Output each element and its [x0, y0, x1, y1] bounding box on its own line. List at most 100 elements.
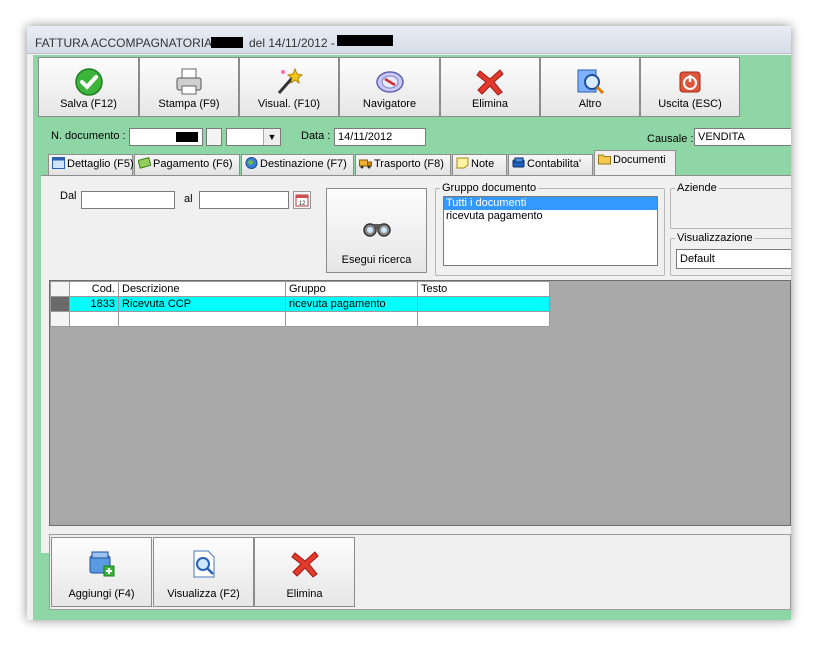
bottom-delete-button[interactable]: Elimina: [254, 537, 355, 607]
delete-button-label: Elimina: [471, 98, 509, 110]
table-header-row: Cod. Descrizione Gruppo Testo: [50, 281, 550, 297]
window-title: FATTURA ACCOMPAGNATORIA: [35, 36, 213, 50]
calendar-button[interactable]: 12: [293, 191, 311, 209]
tab-dettaglio[interactable]: Dettaglio (F5): [48, 154, 134, 175]
globe-icon: [245, 157, 258, 169]
search-button[interactable]: Esegui ricerca: [326, 188, 427, 273]
red-x-icon: [476, 69, 504, 96]
causale-label: Causale :: [647, 133, 694, 145]
row-selector[interactable]: [50, 311, 70, 327]
redacted-block: [337, 35, 393, 46]
tab-trasporto[interactable]: Trasporto (F8): [355, 154, 451, 175]
cell-testo[interactable]: [417, 296, 550, 312]
note-icon: [456, 157, 469, 169]
document-window: FATTURA ACCOMPAGNATORIA del 14/11/2012 -…: [27, 26, 791, 620]
gruppo-documento-list[interactable]: Tutti i documenti ricevuta pagamento: [443, 196, 658, 266]
row-selector-header: [50, 281, 70, 297]
tab-dettaglio-label: Dettaglio (F5): [67, 158, 134, 170]
money-icon: [138, 157, 151, 169]
tab-pagamento-label: Pagamento (F6): [153, 158, 233, 170]
magic-wand-icon: [277, 67, 304, 94]
detail-icon: [52, 157, 65, 169]
search-doc-icon: [577, 69, 605, 95]
chevron-down-icon[interactable]: ▼: [263, 129, 280, 145]
tab-destinazione-label: Destinazione (F7): [260, 158, 347, 170]
row-selector[interactable]: [50, 296, 70, 312]
window-title-date: del 14/11/2012 -: [249, 36, 335, 50]
exit-button[interactable]: Uscita (ESC): [640, 57, 740, 117]
redacted-block: [211, 37, 243, 48]
navigator-button[interactable]: Navigatore: [339, 57, 440, 117]
power-icon: [679, 71, 701, 93]
aziende-title: Aziende: [677, 182, 717, 194]
calendar-icon: 12: [295, 194, 309, 207]
binoculars-icon: [362, 223, 391, 237]
view-button-label: Visualizza (F2): [167, 588, 240, 600]
add-folder-icon: [89, 551, 114, 577]
tab-documenti-label: Documenti: [613, 154, 666, 166]
table-row-new[interactable]: [50, 311, 550, 327]
tab-pagamento[interactable]: Pagamento (F6): [134, 154, 240, 175]
date-field[interactable]: 14/11/2012: [334, 128, 426, 146]
compass-icon: [375, 71, 404, 93]
bottom-delete-button-label: Elimina: [286, 588, 323, 600]
redacted-block: [176, 132, 198, 142]
cell-empty[interactable]: [69, 311, 119, 327]
table-row[interactable]: 1833 Ricevuta CCP ricevuta pagamento: [50, 296, 550, 312]
tab-contabilita[interactable]: Contabilita': [508, 154, 593, 175]
add-button[interactable]: Aggiungi (F4): [51, 537, 152, 607]
column-header-descrizione[interactable]: Descrizione: [118, 281, 286, 297]
save-button[interactable]: Salva (F12): [38, 57, 139, 117]
exit-button-label: Uscita (ESC): [658, 98, 722, 110]
tab-note-label: Note: [471, 158, 495, 170]
aziende-group: Aziende: [670, 182, 791, 229]
print-button-label: Stampa (F9): [158, 98, 220, 110]
date-label: Data :: [301, 130, 331, 142]
truck-icon: [359, 159, 372, 169]
tab-destinazione[interactable]: Destinazione (F7): [241, 154, 354, 175]
dal-date-field[interactable]: [81, 191, 175, 209]
series-dropdown[interactable]: ▼: [226, 128, 281, 146]
preview-button-label: Visual. (F10): [257, 98, 321, 110]
svg-text:12: 12: [299, 201, 306, 207]
cell-empty[interactable]: [285, 311, 418, 327]
books-icon: [512, 157, 525, 168]
cell-gruppo[interactable]: ricevuta pagamento: [285, 296, 418, 312]
tab-note[interactable]: Note: [452, 154, 507, 175]
title-bar: FATTURA ACCOMPAGNATORIA del 14/11/2012 -: [27, 26, 791, 54]
al-label: al: [184, 193, 193, 205]
cell-descrizione[interactable]: Ricevuta CCP: [118, 296, 286, 312]
document-number-button[interactable]: [206, 128, 222, 146]
list-item[interactable]: Tutti i documenti: [444, 197, 657, 210]
al-date-field[interactable]: [199, 191, 289, 209]
tab-documenti[interactable]: Documenti: [594, 150, 676, 176]
printer-icon: [176, 68, 202, 95]
cell-cod[interactable]: 1833: [69, 296, 119, 312]
column-header-cod[interactable]: Cod.: [69, 281, 119, 297]
visualizzazione-select[interactable]: Default: [676, 249, 791, 269]
view-button[interactable]: Visualizza (F2): [153, 537, 254, 607]
add-button-label: Aggiungi (F4): [68, 588, 135, 600]
column-header-testo[interactable]: Testo: [417, 281, 550, 297]
gruppo-documento-title: Gruppo documento: [442, 182, 537, 194]
documents-grid: Cod. Descrizione Gruppo Testo 1833 Ricev…: [49, 280, 791, 526]
tab-contabilita-label: Contabilita': [527, 158, 582, 170]
save-button-label: Salva (F12): [60, 98, 117, 110]
visualizzazione-title: Visualizzazione: [677, 232, 753, 244]
more-button[interactable]: Altro: [540, 57, 640, 117]
search-button-label: Esegui ricerca: [341, 254, 412, 266]
column-header-gruppo[interactable]: Gruppo: [285, 281, 418, 297]
preview-button[interactable]: Visual. (F10): [239, 57, 339, 117]
cell-empty[interactable]: [118, 311, 286, 327]
print-button[interactable]: Stampa (F9): [139, 57, 239, 117]
list-item[interactable]: ricevuta pagamento: [444, 210, 657, 223]
causale-field[interactable]: VENDITA: [694, 128, 791, 146]
view-document-icon: [193, 550, 214, 578]
delete-button[interactable]: Elimina: [440, 57, 540, 117]
navigator-button-label: Navigatore: [362, 98, 417, 110]
document-number-label: N. documento :: [51, 130, 126, 142]
document-number-field[interactable]: [129, 128, 203, 146]
folder-icon: [598, 154, 611, 165]
tab-trasporto-label: Trasporto (F8): [374, 158, 444, 170]
cell-empty[interactable]: [417, 311, 550, 327]
